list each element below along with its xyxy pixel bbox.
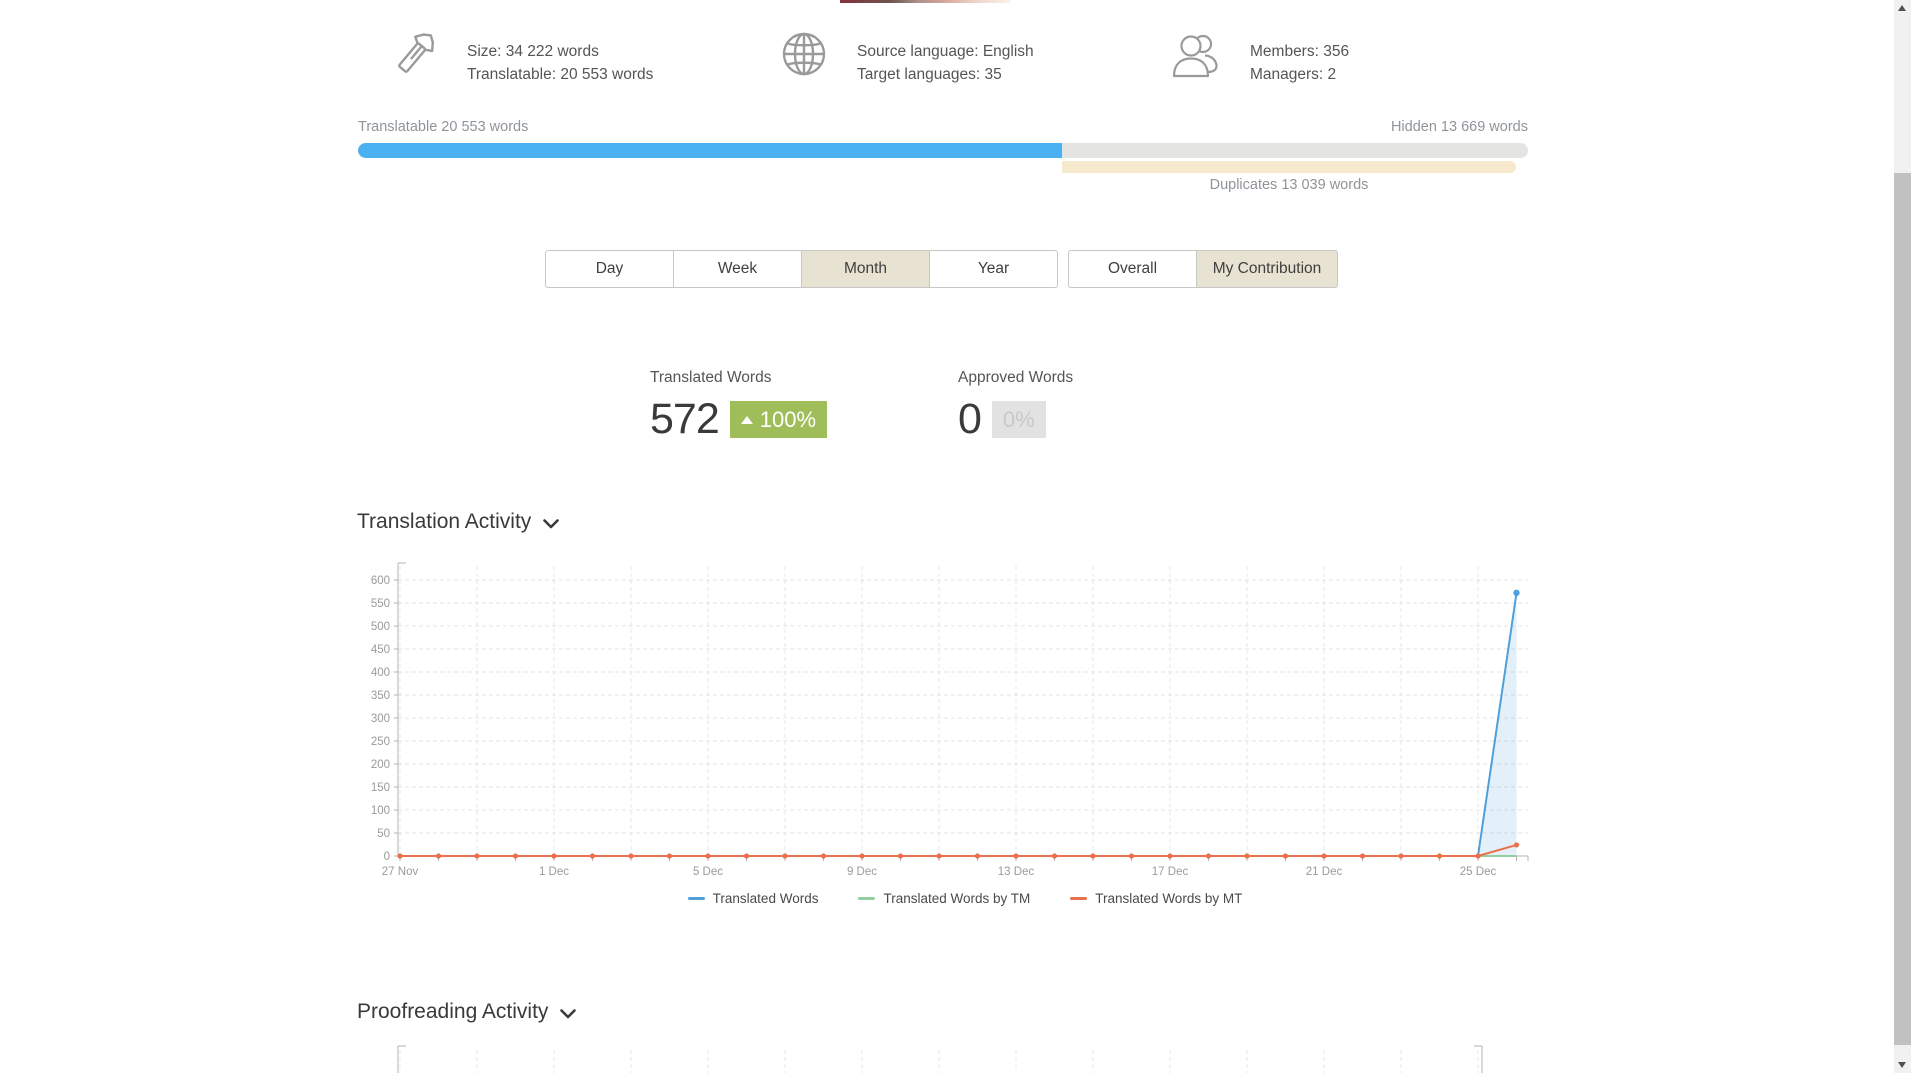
progress-labels: Translatable 20 553 words Hidden 13 669 … [358, 119, 1528, 135]
stat-people [1170, 32, 1224, 83]
legend-item[interactable]: Translated Words [687, 890, 819, 906]
proofreading-activity-heading: Proofreading Activity [357, 1000, 577, 1024]
translatable-bar-fill [358, 143, 1063, 158]
svg-text:500: 500 [371, 621, 390, 633]
stat-size-text: Size: 34 222 words Translatable: 20 553 … [467, 40, 653, 86]
size-words: Size: 34 222 words [467, 43, 599, 60]
svg-text:9 Dec: 9 Dec [847, 866, 877, 878]
svg-text:25 Dec: 25 Dec [1460, 866, 1497, 878]
svg-text:400: 400 [371, 667, 390, 679]
svg-text:350: 350 [371, 690, 390, 702]
kpi-approved-words: Approved Words 0 0% [958, 369, 1073, 444]
translated-change-value: 100% [759, 406, 817, 432]
chevron-down-icon[interactable] [543, 519, 560, 529]
caliper-icon [390, 26, 442, 85]
svg-text:1 Dec: 1 Dec [539, 866, 569, 878]
vertical-scrollbar[interactable] [1894, 0, 1911, 1073]
chevron-down-icon[interactable] [560, 1009, 577, 1019]
stat-languages [780, 30, 828, 83]
approved-change-value: 0% [1002, 406, 1035, 432]
period-tabs: Day Week Month Year [545, 250, 1058, 288]
members-count: Members: 356 [1250, 43, 1350, 60]
kpi-translated-words: Translated Words 572 100% [650, 369, 828, 444]
svg-text:13 Dec: 13 Dec [998, 866, 1035, 878]
stat-people-text: Members: 356 Managers: 2 [1250, 40, 1349, 86]
svg-text:250: 250 [371, 736, 390, 748]
scroll-up-icon[interactable] [1898, 5, 1906, 11]
svg-text:17 Dec: 17 Dec [1152, 866, 1189, 878]
stat-languages-text: Source language: English Target language… [857, 40, 1034, 86]
legend-label: Translated Words by TM [883, 890, 1031, 906]
legend-dash-icon [687, 896, 705, 900]
svg-text:150: 150 [371, 782, 390, 794]
translated-words-value: 572 [650, 395, 720, 443]
tab-my-contribution[interactable]: My Contribution [1196, 250, 1338, 288]
project-status-page: Size: 34 222 words Translatable: 20 553 … [0, 0, 1911, 1073]
svg-text:21 Dec: 21 Dec [1306, 866, 1343, 878]
globe-icon [780, 30, 828, 83]
target-languages: Target languages: 35 [857, 66, 1002, 83]
members-icon [1170, 32, 1224, 83]
approved-words-change-badge: 0% [991, 401, 1046, 438]
scroll-down-icon[interactable] [1898, 1062, 1906, 1068]
legend-dash-icon [858, 896, 876, 900]
proofreading-activity-chart [397, 1045, 1483, 1073]
svg-text:5 Dec: 5 Dec [693, 866, 723, 878]
legend-label: Translated Words [712, 890, 819, 906]
svg-text:450: 450 [371, 644, 390, 656]
svg-text:550: 550 [371, 598, 390, 610]
tab-day[interactable]: Day [545, 250, 674, 288]
managers-count: Managers: 2 [1250, 66, 1337, 83]
legend-label: Translated Words by MT [1095, 890, 1243, 906]
svg-text:300: 300 [371, 713, 390, 725]
translation-activity-chart: 0 50 100 150 200 250 300 350 400 450 500 550 600 27 N… [371, 562, 1529, 878]
svg-text:50: 50 [377, 828, 390, 840]
stat-size [390, 26, 442, 85]
translatable-label: Translatable 20 553 words [358, 119, 529, 135]
scrollbar-thumb[interactable] [1894, 173, 1911, 1045]
trend-up-icon [740, 415, 753, 424]
svg-text:27 Nov: 27 Nov [382, 866, 419, 878]
tab-overall[interactable]: Overall [1068, 250, 1197, 288]
scope-tabs: Overall My Contribution [1068, 250, 1338, 288]
tab-month[interactable]: Month [801, 250, 930, 288]
scrolled-content-edge [840, 0, 1010, 3]
translation-activity-title: Translation Activity [357, 510, 532, 533]
svg-text:0: 0 [384, 851, 390, 863]
approved-words-label: Approved Words [958, 369, 1074, 386]
duplicates-label: Duplicates 13 039 words [1209, 177, 1369, 193]
chart-legend: Translated Words Translated Words by TM Tr… [385, 888, 1545, 908]
hidden-label: Hidden 13 669 words [1390, 119, 1528, 135]
translation-activity-heading: Translation Activity [357, 510, 560, 534]
approved-words-value: 0 [958, 395, 982, 443]
source-language: Source language: English [857, 43, 1034, 60]
translated-words-label: Translated Words [650, 369, 772, 386]
translated-words-change-badge: 100% [729, 401, 828, 438]
tab-week[interactable]: Week [673, 250, 802, 288]
proofreading-activity-title: Proofreading Activity [357, 1000, 549, 1023]
tab-year[interactable]: Year [929, 250, 1058, 288]
legend-dash-icon [1070, 896, 1088, 900]
legend-item[interactable]: Translated Words by TM [858, 891, 1030, 906]
duplicates-bar [1062, 161, 1516, 173]
translatable-words: Translatable: 20 553 words [467, 66, 654, 83]
svg-text:100: 100 [371, 805, 390, 817]
legend-item[interactable]: Translated Words by MT [1070, 891, 1242, 906]
svg-text:600: 600 [371, 575, 390, 587]
words-progress-bar [358, 143, 1528, 158]
svg-text:200: 200 [371, 759, 390, 771]
